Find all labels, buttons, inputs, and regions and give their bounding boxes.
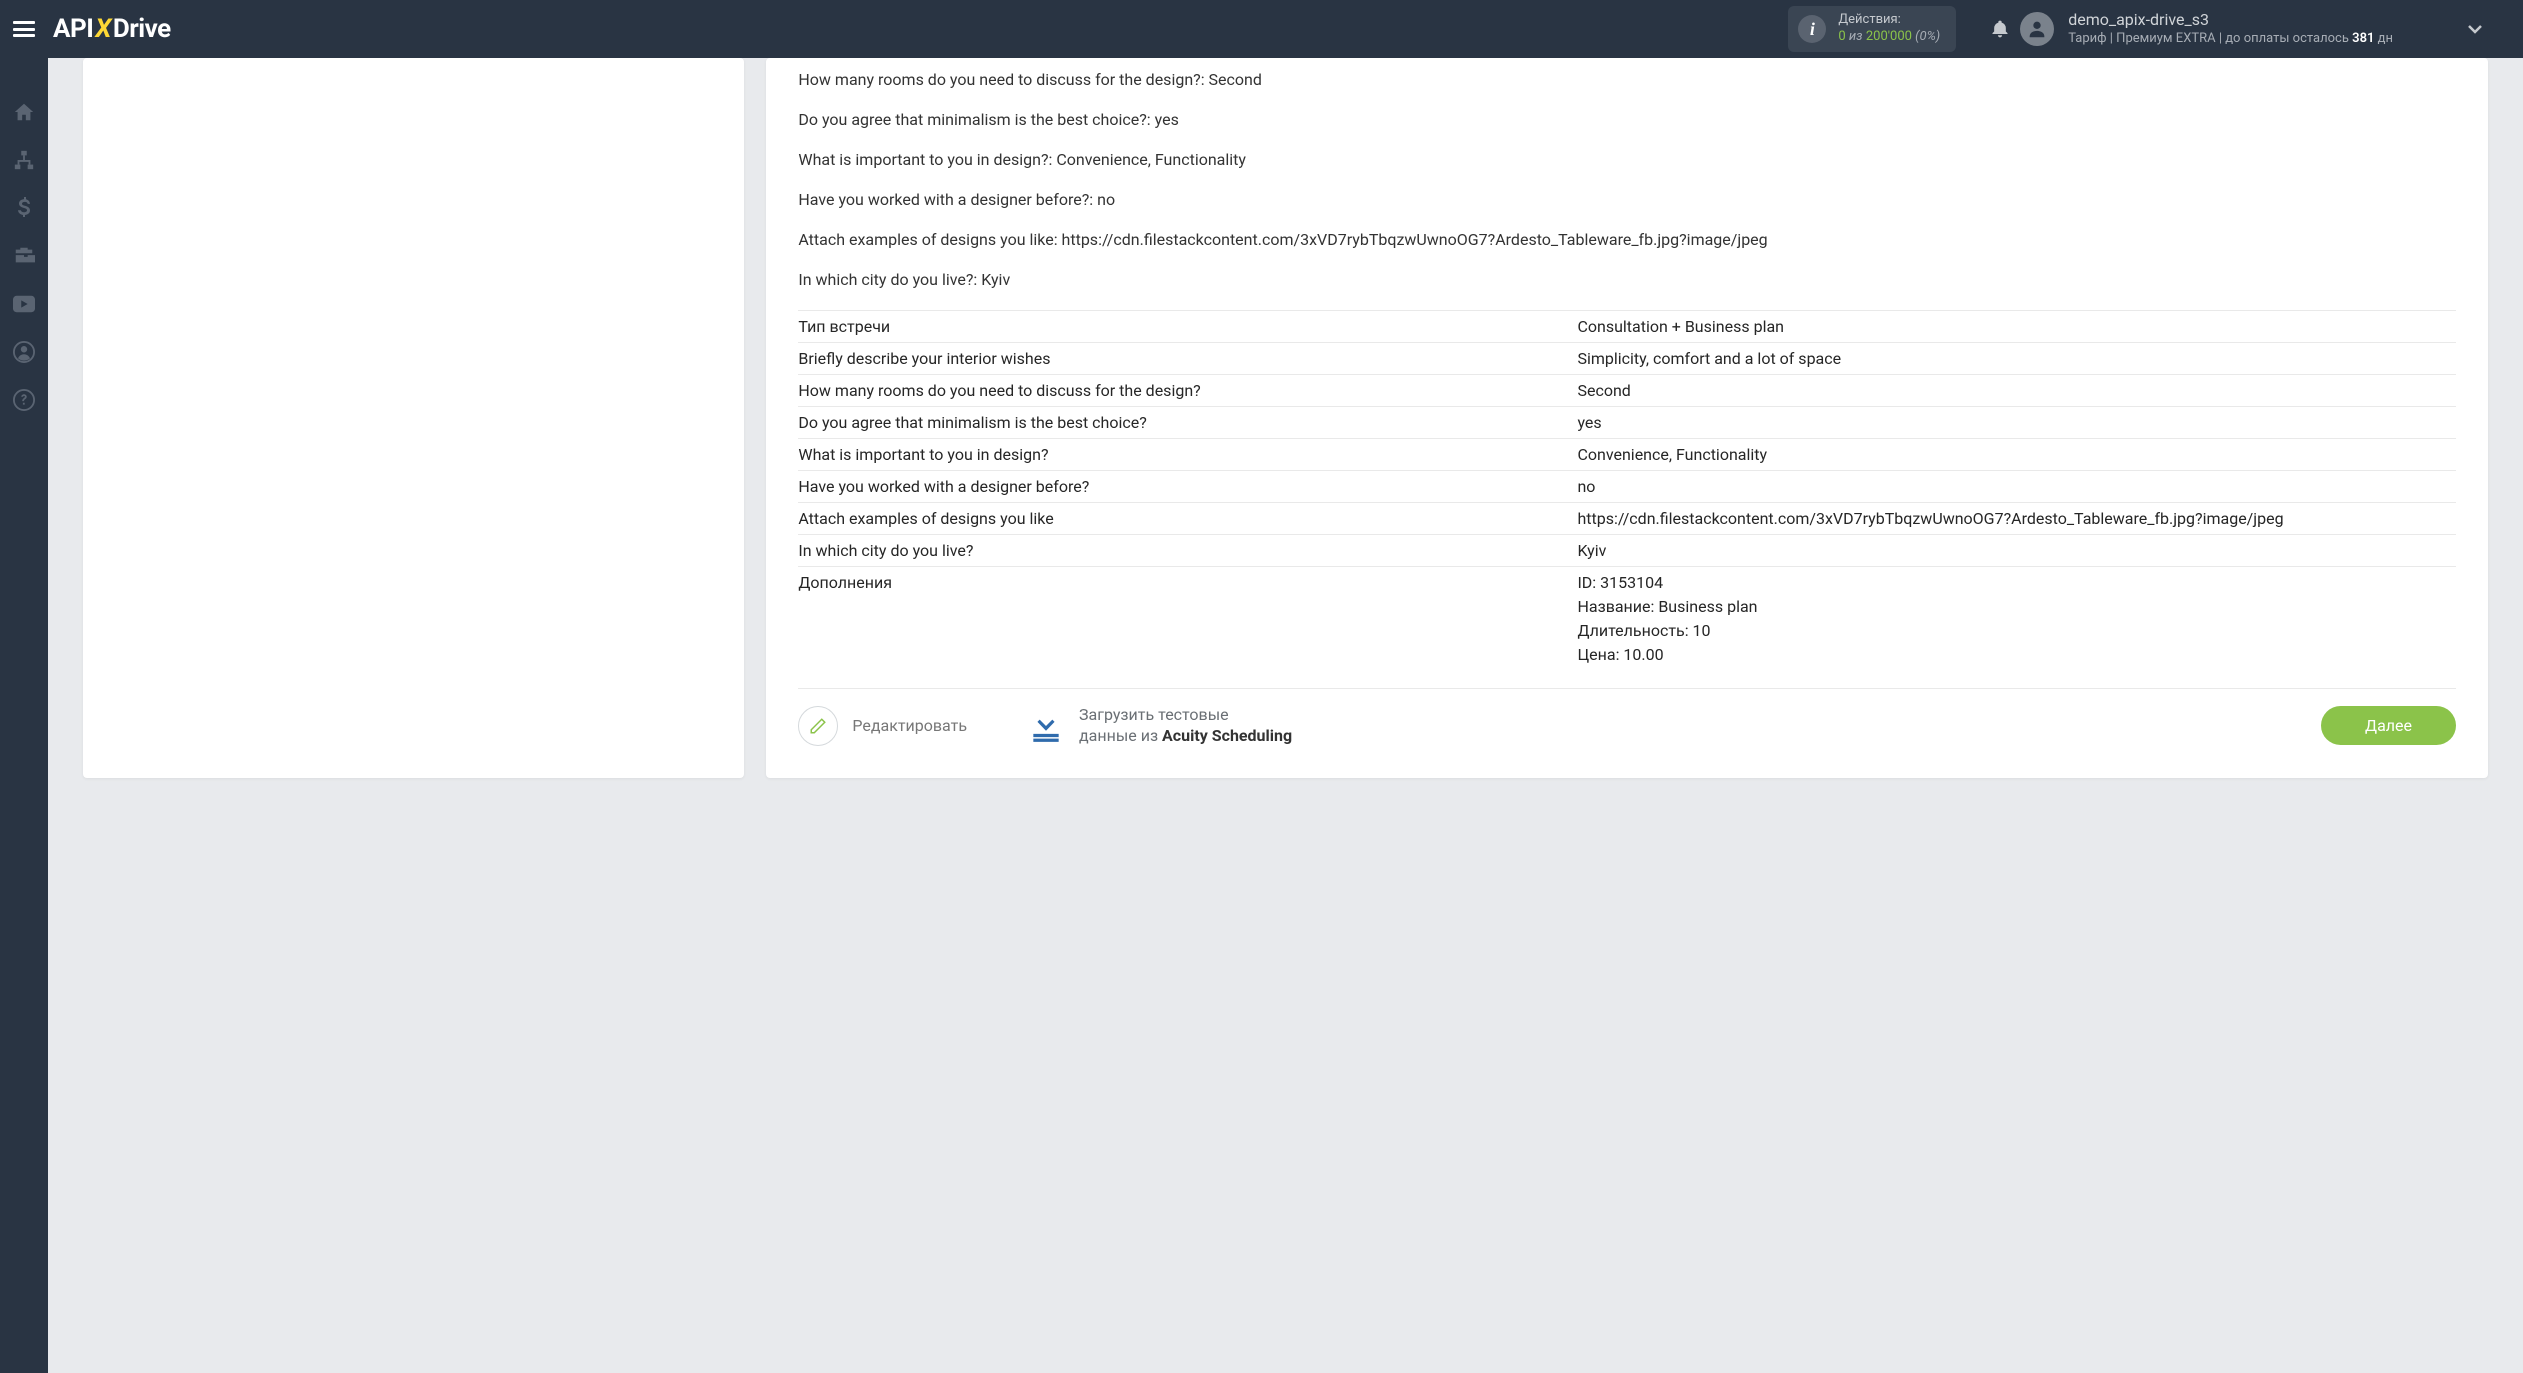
row-label: Briefly describe your interior wishes — [798, 343, 1577, 375]
row-label: What is important to you in design? — [798, 439, 1577, 471]
qa-item: Have you worked with a designer before?:… — [798, 188, 2456, 212]
row-label: Do you agree that minimalism is the best… — [798, 407, 1577, 439]
user-name: demo_apix-drive_s3 — [2068, 10, 2393, 31]
logo-part3: Drive — [113, 14, 171, 44]
edit-label: Редактировать — [852, 716, 967, 735]
table-row: Have you worked with a designer before?n… — [798, 471, 2456, 503]
actions-counter[interactable]: i Действия: 0 из 200'000 (0%) — [1788, 6, 1956, 52]
table-row: Briefly describe your interior wishesSim… — [798, 343, 2456, 375]
row-value: Kyiv — [1577, 535, 2456, 567]
row-value: ID: 3153104 Название: Business plan Длит… — [1577, 567, 2456, 671]
sidebar-item-help[interactable] — [0, 376, 48, 424]
left-panel — [83, 58, 744, 778]
logo-part2: X — [93, 14, 113, 44]
user-circle-icon — [13, 341, 35, 363]
row-label: Тип встречи — [798, 311, 1577, 343]
menu-button[interactable] — [0, 0, 48, 58]
home-icon — [13, 101, 35, 123]
table-row: How many rooms do you need to discuss fo… — [798, 375, 2456, 407]
download-icon — [1027, 707, 1065, 745]
user-menu[interactable]: demo_apix-drive_s3 Тариф | Премиум EXTRA… — [2020, 10, 2483, 48]
row-value: Second — [1577, 375, 2456, 407]
next-button[interactable]: Далее — [2321, 706, 2456, 745]
briefcase-icon — [13, 245, 35, 267]
actions-pct: (0%) — [1915, 29, 1940, 44]
youtube-icon — [13, 295, 35, 313]
user-icon — [2026, 18, 2048, 40]
load-test-data-button[interactable]: Загрузить тестовые данные из Acuity Sche… — [1027, 705, 1292, 747]
info-icon: i — [1798, 15, 1826, 43]
pencil-icon-wrap — [798, 706, 838, 746]
qa-item: Attach examples of designs you like: htt… — [798, 228, 2456, 252]
table-row: ДополненияID: 3153104 Название: Business… — [798, 567, 2456, 671]
chevron-down-icon — [2467, 24, 2483, 34]
table-row: What is important to you in design?Conve… — [798, 439, 2456, 471]
user-tariff: Тариф | Премиум EXTRA | до оплаты остало… — [2068, 31, 2393, 48]
actions-text: Действия: 0 из 200'000 (0%) — [1838, 12, 1940, 46]
actions-of: из — [1849, 29, 1863, 44]
actions-label: Действия: — [1838, 12, 1940, 29]
content: How many rooms do you need to discuss fo… — [48, 58, 2523, 808]
hamburger-icon — [13, 21, 35, 37]
row-label: Attach examples of designs you like — [798, 503, 1577, 535]
row-label: Дополнения — [798, 567, 1577, 671]
data-table: Тип встречиConsultation + Business planB… — [798, 310, 2456, 670]
dollar-icon — [17, 197, 31, 219]
row-label: Have you worked with a designer before? — [798, 471, 1577, 503]
actions-total: 200'000 — [1866, 29, 1912, 44]
sidebar — [0, 58, 48, 1373]
sitemap-icon — [13, 149, 35, 171]
app-header: APIXDrive i Действия: 0 из 200'000 (0%) … — [0, 0, 2523, 58]
avatar — [2020, 12, 2054, 46]
table-row: Do you agree that minimalism is the best… — [798, 407, 2456, 439]
row-label: How many rooms do you need to discuss fo… — [798, 375, 1577, 407]
sidebar-item-connections[interactable] — [0, 136, 48, 184]
row-value: yes — [1577, 407, 2456, 439]
bell-icon — [1990, 18, 2010, 40]
qa-item: How many rooms do you need to discuss fo… — [798, 68, 2456, 92]
row-value: https://cdn.filestackcontent.com/3xVD7ry… — [1577, 503, 2456, 535]
sidebar-item-account[interactable] — [0, 328, 48, 376]
logo-part1: API — [53, 14, 93, 44]
row-value: Convenience, Functionality — [1577, 439, 2456, 471]
edit-button[interactable]: Редактировать — [798, 706, 967, 746]
main-panel: How many rooms do you need to discuss fo… — [766, 58, 2488, 778]
question-icon — [13, 389, 35, 411]
row-value: Simplicity, comfort and a lot of space — [1577, 343, 2456, 375]
load-text: Загрузить тестовые данные из Acuity Sche… — [1079, 705, 1292, 747]
action-bar: Редактировать Загрузить тестовые данные … — [798, 688, 2456, 747]
actions-count: 0 — [1838, 29, 1845, 44]
qa-item: In which city do you live?: Kyiv — [798, 268, 2456, 292]
sidebar-item-tools[interactable] — [0, 232, 48, 280]
pencil-icon — [809, 717, 827, 735]
notifications-button[interactable] — [1980, 18, 2020, 40]
sidebar-item-billing[interactable] — [0, 184, 48, 232]
sidebar-item-home[interactable] — [0, 88, 48, 136]
qa-block: How many rooms do you need to discuss fo… — [798, 68, 2456, 292]
qa-item: What is important to you in design?: Con… — [798, 148, 2456, 172]
logo[interactable]: APIXDrive — [53, 14, 171, 44]
user-info: demo_apix-drive_s3 Тариф | Премиум EXTRA… — [2068, 10, 2393, 48]
row-label: In which city do you live? — [798, 535, 1577, 567]
sidebar-item-video[interactable] — [0, 280, 48, 328]
table-row: In which city do you live?Kyiv — [798, 535, 2456, 567]
qa-item: Do you agree that minimalism is the best… — [798, 108, 2456, 132]
table-row: Attach examples of designs you likehttps… — [798, 503, 2456, 535]
table-row: Тип встречиConsultation + Business plan — [798, 311, 2456, 343]
row-value: no — [1577, 471, 2456, 503]
row-value: Consultation + Business plan — [1577, 311, 2456, 343]
